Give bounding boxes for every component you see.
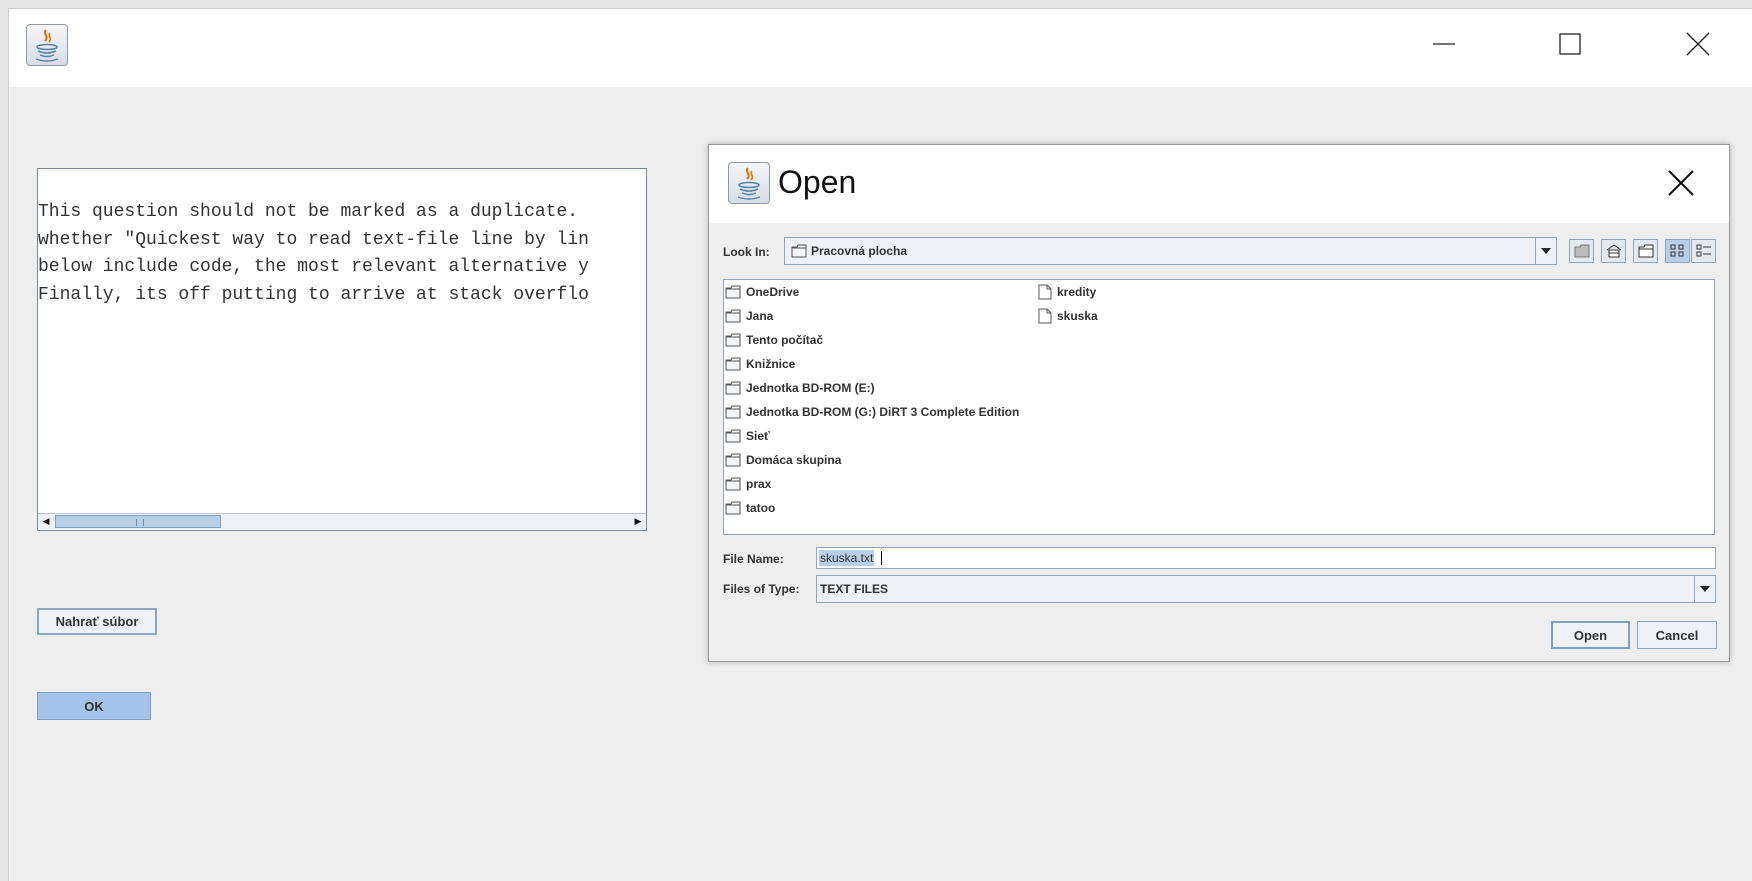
- list-item[interactable]: prax: [725, 474, 771, 494]
- folder-icon: [725, 477, 741, 491]
- upload-file-button[interactable]: Nahrať súbor: [37, 608, 157, 635]
- folder-icon: [725, 405, 741, 419]
- title-bar: [9, 9, 1752, 87]
- list-item[interactable]: Domáca skupina: [725, 450, 841, 470]
- look-in-label: Look In:: [723, 245, 770, 259]
- text-line: Finally, its off putting to arrive at st…: [38, 284, 589, 305]
- open-button[interactable]: Open: [1551, 621, 1630, 649]
- list-item[interactable]: Knižnice: [725, 354, 795, 374]
- ok-button[interactable]: OK: [37, 692, 151, 720]
- files-of-type-dropdown-icon[interactable]: [1694, 576, 1715, 602]
- details-view-icon[interactable]: [1691, 239, 1716, 263]
- folder-icon: [725, 309, 741, 323]
- text-caret: [881, 551, 882, 565]
- list-item[interactable]: Jednotka BD-ROM (G:) DiRT 3 Complete Edi…: [725, 402, 1019, 422]
- folder-icon: [725, 381, 741, 395]
- list-item-label: Jednotka BD-ROM (E:): [746, 381, 875, 395]
- list-item-label: kredity: [1057, 285, 1097, 299]
- home-icon[interactable]: [1601, 239, 1626, 263]
- folder-icon: [725, 357, 741, 371]
- folder-icon: [725, 453, 741, 467]
- list-item[interactable]: skuska: [1038, 306, 1098, 326]
- minimize-icon[interactable]: [1420, 29, 1468, 59]
- list-item[interactable]: OneDrive: [725, 282, 799, 302]
- text-line: whether "Quickest way to read text-file …: [38, 229, 589, 250]
- files-of-type-value: TEXT FILES: [820, 582, 889, 596]
- text-line: This question should not be marked as a …: [38, 202, 589, 222]
- list-view-icon[interactable]: [1665, 239, 1690, 263]
- close-icon[interactable]: [1674, 29, 1722, 59]
- java-coffee-icon: [728, 162, 770, 204]
- list-item-label: Jana: [746, 309, 774, 323]
- files-of-type-label: Files of Type:: [723, 582, 800, 596]
- list-item[interactable]: Jana: [725, 306, 773, 326]
- look-in-value-wrap: Pracovná plocha: [791, 244, 907, 258]
- dialog-close-icon[interactable]: [1657, 161, 1705, 205]
- list-item-label: Tento počítač: [746, 333, 824, 347]
- files-of-type-value-wrap: TEXT FILES: [820, 582, 888, 596]
- grip-icon: [136, 519, 144, 526]
- files-of-type-combo[interactable]: TEXT FILES: [816, 575, 1716, 603]
- file-name-value: skuska.txt: [819, 550, 875, 566]
- list-item-label: tatoo: [746, 501, 776, 515]
- file-name-label: File Name:: [723, 552, 784, 566]
- list-item-label: skuska: [1057, 309, 1098, 323]
- dialog-title: Open: [778, 164, 857, 200]
- list-item-label: Knižnice: [746, 357, 796, 371]
- text-scroll-pane[interactable]: This question should not be marked as a …: [37, 168, 647, 531]
- up-folder-icon[interactable]: [1569, 239, 1594, 263]
- list-item[interactable]: Sieť: [725, 426, 770, 446]
- folder-icon: [725, 333, 741, 347]
- horizontal-scrollbar[interactable]: ◀ ▶: [38, 513, 646, 530]
- file-name-input[interactable]: skuska.txt: [816, 547, 1716, 569]
- list-item[interactable]: Jednotka BD-ROM (E:): [725, 378, 875, 398]
- cancel-button[interactable]: Cancel: [1637, 621, 1717, 649]
- list-item-label: OneDrive: [746, 285, 800, 299]
- java-coffee-icon: [26, 24, 68, 66]
- folder-icon: [725, 429, 741, 443]
- new-folder-icon[interactable]: [1633, 239, 1658, 263]
- list-item-label: Jednotka BD-ROM (G:) DiRT 3 Complete Edi…: [746, 405, 1020, 419]
- folder-icon: [725, 501, 741, 515]
- folder-icon: [725, 285, 741, 299]
- scroll-right-icon[interactable]: ▶: [630, 514, 646, 529]
- scroll-thumb[interactable]: [55, 515, 221, 528]
- look-in-value: Pracovná plocha: [811, 244, 908, 258]
- file-icon: [1038, 308, 1052, 324]
- text-area[interactable]: This question should not be marked as a …: [38, 199, 646, 309]
- text-line: below include code, the most relevant al…: [38, 257, 589, 277]
- file-icon: [1038, 284, 1052, 300]
- open-file-dialog: Open Look In: Pracovná plocha OneDrive J…: [708, 144, 1730, 662]
- dialog-title-bar: Open: [709, 145, 1729, 223]
- list-item-label: prax: [746, 477, 772, 491]
- list-item[interactable]: tatoo: [725, 498, 775, 518]
- look-in-combo[interactable]: Pracovná plocha: [784, 237, 1557, 265]
- look-in-dropdown-icon[interactable]: [1535, 238, 1556, 264]
- file-list[interactable]: OneDrive Jana Tento počítač Knižnice Jed…: [723, 279, 1715, 535]
- list-item-label: Sieť: [746, 429, 770, 443]
- scroll-left-icon[interactable]: ◀: [38, 514, 54, 529]
- maximize-icon[interactable]: [1546, 29, 1594, 59]
- list-item[interactable]: Tento počítač: [725, 330, 823, 350]
- list-item[interactable]: kredity: [1038, 282, 1096, 302]
- list-item-label: Domáca skupina: [746, 453, 842, 467]
- folder-icon: [791, 244, 807, 258]
